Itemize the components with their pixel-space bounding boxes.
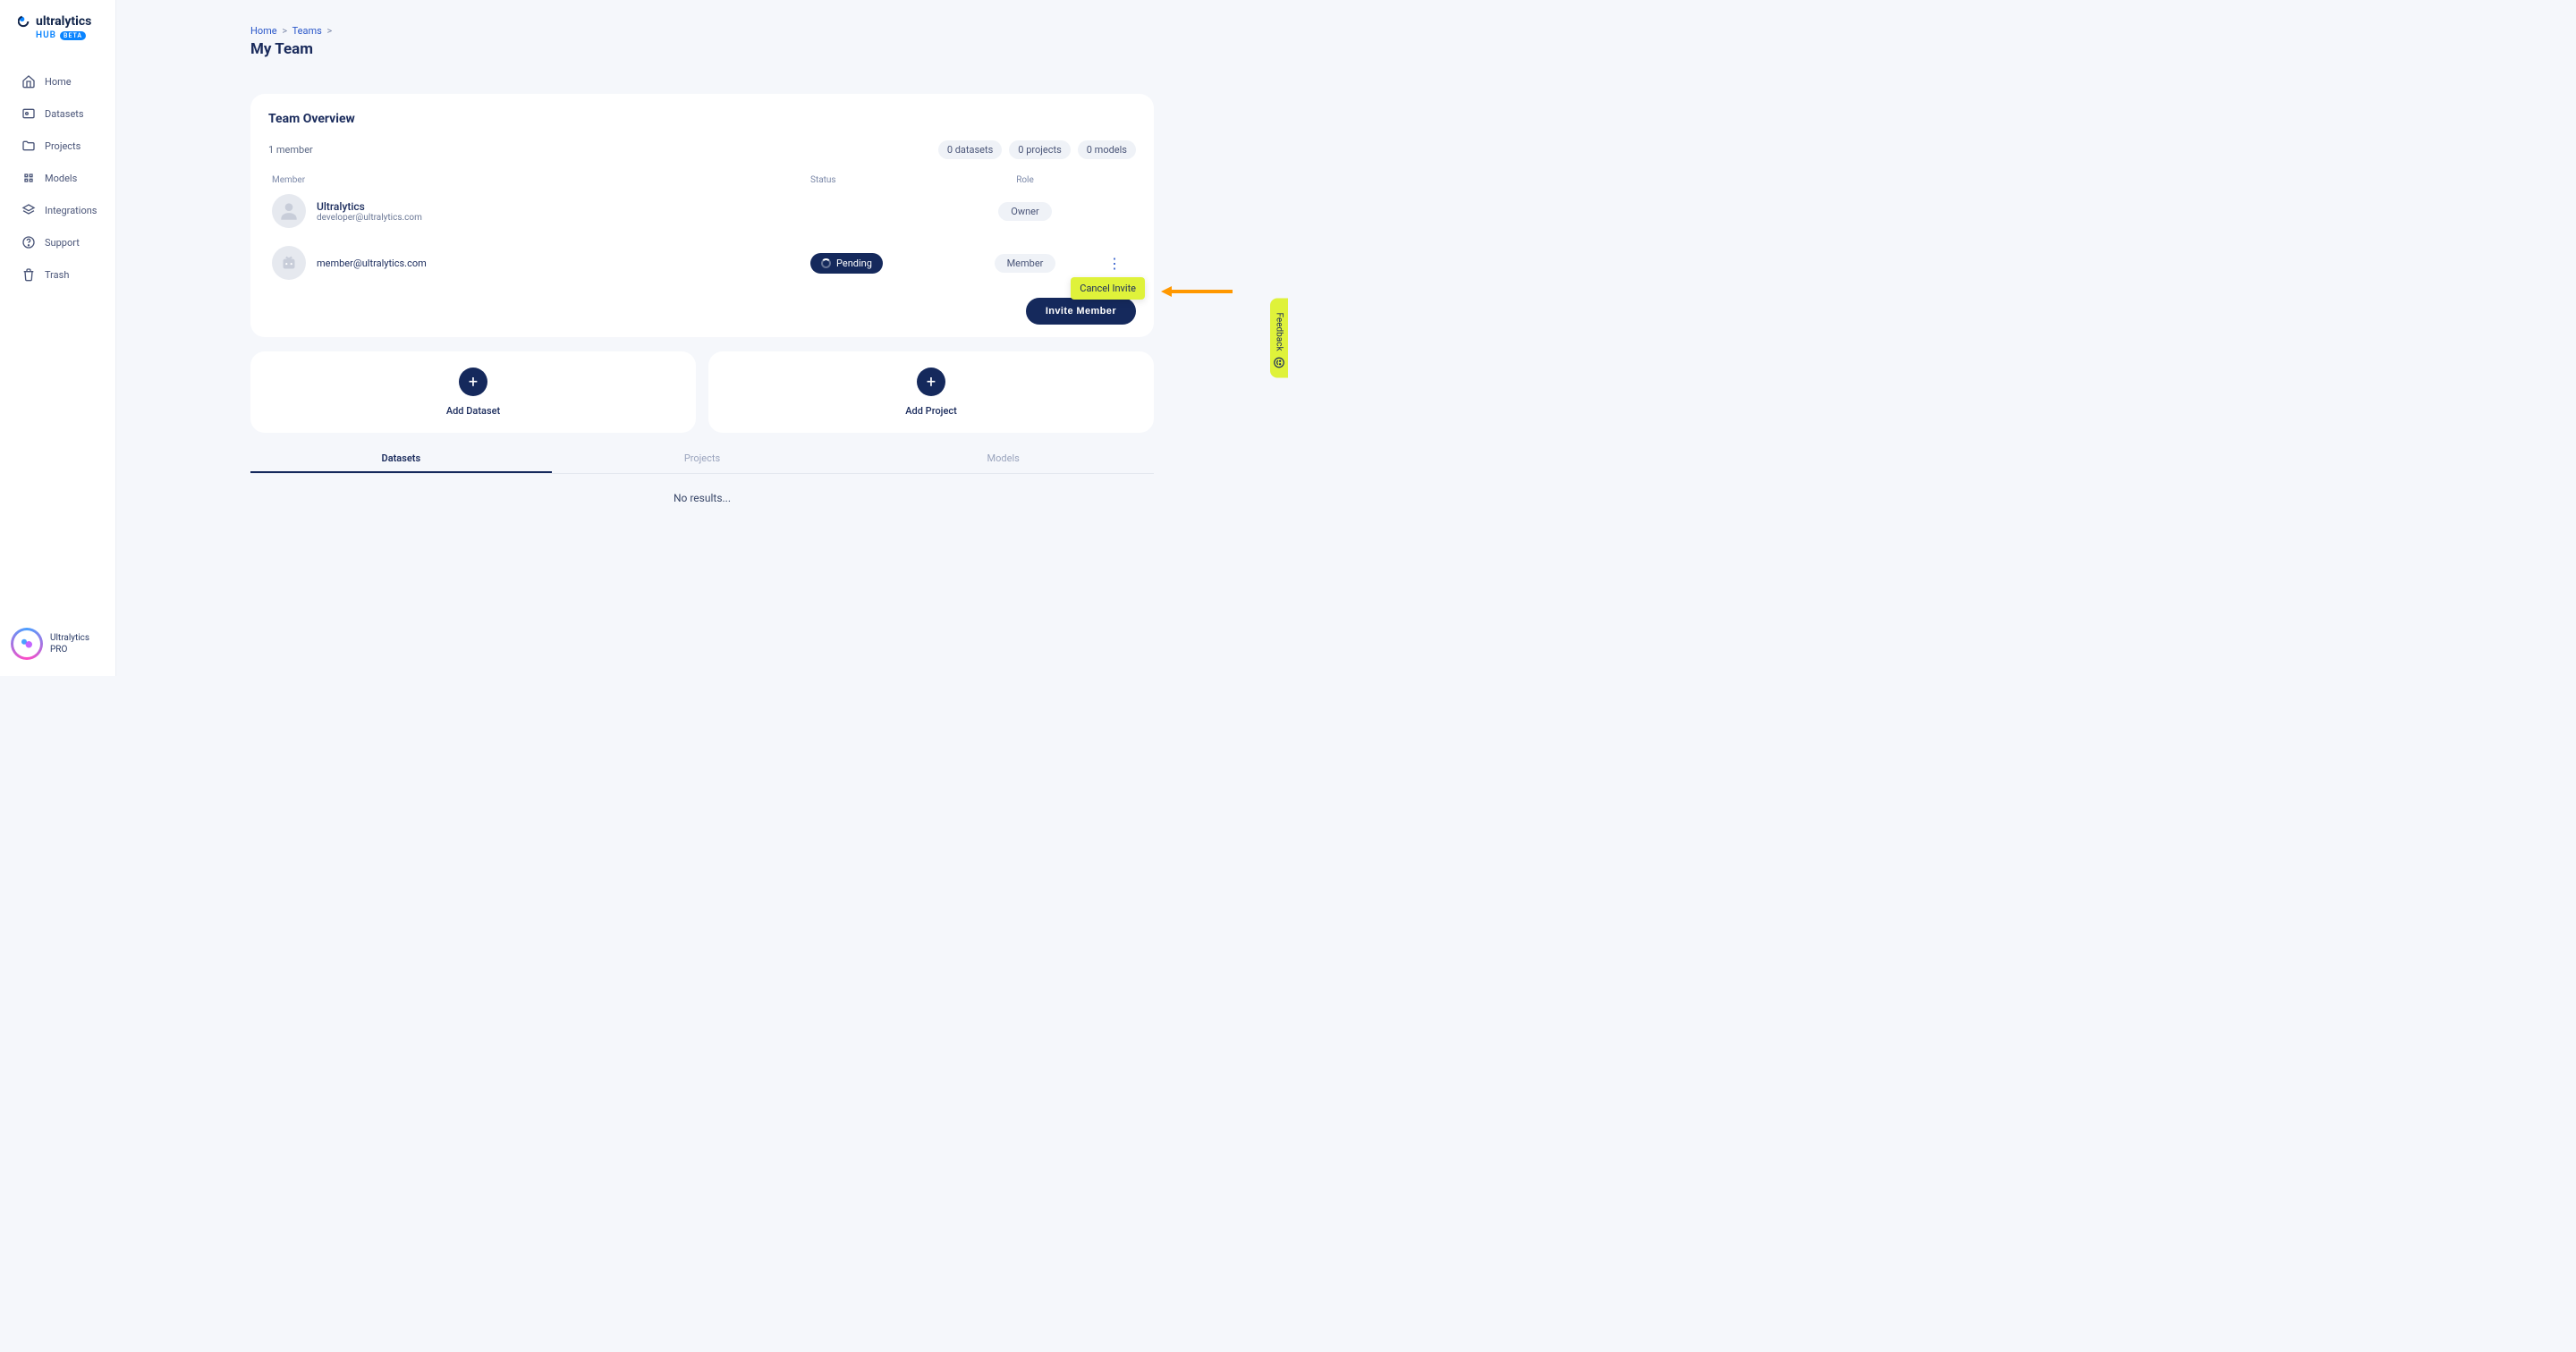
tab-projects[interactable]: Projects [552, 445, 853, 473]
sidebar-user[interactable]: Ultralytics PRO [0, 617, 115, 676]
layers-icon [21, 203, 36, 217]
content-tabs: Datasets Projects Models [250, 445, 1154, 474]
sidebar-item-label: Home [45, 76, 72, 88]
smile-icon [1273, 357, 1285, 369]
sidebar-item-label: Projects [45, 140, 80, 152]
member-row: member@ultralytics.com Pending Member ⋮ [268, 237, 1136, 289]
add-project-label: Add Project [905, 405, 957, 417]
col-role: Role [953, 175, 1097, 185]
invite-member-button[interactable]: Invite Member [1026, 298, 1136, 325]
role-pill-member: Member [995, 254, 1056, 273]
breadcrumb-home[interactable]: Home [250, 25, 277, 37]
member-count: 1 member [268, 144, 313, 156]
sidebar-item-projects[interactable]: Projects [0, 130, 115, 162]
team-overview-heading: Team Overview [268, 112, 1136, 126]
add-dataset-label: Add Dataset [446, 405, 500, 417]
sidebar-item-label: Support [45, 237, 80, 249]
feedback-button[interactable]: Feedback [1270, 298, 1288, 377]
role-pill-owner: Owner [998, 202, 1051, 221]
member-email: developer@ultralytics.com [317, 213, 422, 223]
member-row: Ultralytics developer@ultralytics.com Ow… [268, 185, 1136, 237]
annotation-arrow [1161, 285, 1233, 298]
datasets-icon [21, 106, 36, 121]
sidebar-item-label: Trash [45, 269, 69, 281]
folder-icon [21, 139, 36, 153]
user-name: Ultralytics [50, 632, 89, 644]
sidebar: ultralytics HUB BETA Home Datasets Proje… [0, 0, 116, 676]
plus-icon: + [459, 368, 487, 396]
home-icon [21, 74, 36, 89]
robot-icon [277, 251, 301, 275]
avatar-icon [19, 636, 35, 652]
sidebar-item-integrations[interactable]: Integrations [0, 194, 115, 226]
stat-models: 0 models [1078, 140, 1136, 159]
member-menu-button[interactable]: ⋮ [1097, 255, 1132, 272]
col-status: Status [810, 175, 953, 185]
user-plan: PRO [50, 644, 89, 655]
team-overview-card: Team Overview 1 member 0 datasets 0 proj… [250, 94, 1154, 337]
breadcrumb-teams[interactable]: Teams [292, 25, 322, 37]
cancel-invite-menu-item[interactable]: Cancel Invite [1071, 277, 1145, 300]
chevron-right-icon: > [327, 25, 333, 37]
sidebar-item-trash[interactable]: Trash [0, 258, 115, 291]
page-title: My Team [250, 40, 1154, 58]
status-pending: Pending [810, 253, 883, 274]
user-avatar [11, 628, 43, 660]
stat-projects: 0 projects [1009, 140, 1070, 159]
sidebar-item-datasets[interactable]: Datasets [0, 97, 115, 130]
tab-datasets[interactable]: Datasets [250, 445, 552, 473]
empty-state: No results... [250, 492, 1154, 504]
beta-badge: BETA [60, 31, 86, 40]
plus-icon: + [917, 368, 945, 396]
sidebar-nav: Home Datasets Projects Models Integratio… [0, 65, 115, 291]
brand-hub: HUB [36, 30, 56, 40]
add-project-card[interactable]: + Add Project [708, 351, 1154, 433]
stat-datasets: 0 datasets [938, 140, 1002, 159]
person-icon [277, 199, 301, 223]
brand-logo[interactable]: ultralytics HUB BETA [0, 0, 115, 47]
add-dataset-card[interactable]: + Add Dataset [250, 351, 696, 433]
brand-name: ultralytics [36, 14, 91, 29]
sidebar-item-label: Models [45, 173, 77, 184]
breadcrumb: Home > Teams > [250, 25, 1154, 37]
spinner-icon [821, 258, 831, 268]
member-avatar [272, 194, 306, 228]
member-avatar [272, 246, 306, 280]
member-email: member@ultralytics.com [317, 258, 427, 269]
help-icon [21, 235, 36, 249]
sidebar-item-models[interactable]: Models [0, 162, 115, 194]
sidebar-item-label: Integrations [45, 205, 97, 216]
sidebar-item-label: Datasets [45, 108, 84, 120]
chevron-right-icon: > [282, 25, 287, 37]
sidebar-item-home[interactable]: Home [0, 65, 115, 97]
models-icon [21, 171, 36, 185]
col-member: Member [272, 175, 810, 185]
tab-models[interactable]: Models [852, 445, 1154, 473]
ultralytics-logo-icon [18, 14, 32, 29]
member-name: Ultralytics [317, 200, 422, 213]
sidebar-item-support[interactable]: Support [0, 226, 115, 258]
main: Home > Teams > My Team Team Overview 1 m… [116, 0, 1288, 676]
trash-icon [21, 267, 36, 282]
